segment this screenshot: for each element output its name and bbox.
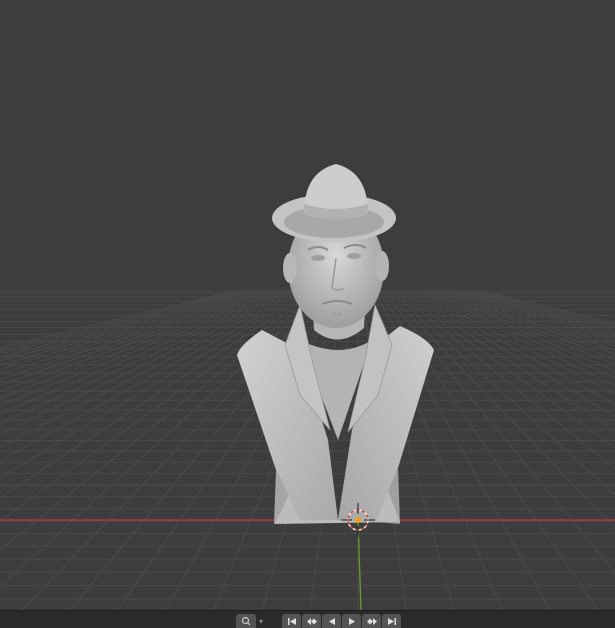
grid-line bbox=[469, 289, 615, 329]
play-reverse-button[interactable] bbox=[322, 614, 341, 628]
jump-to-keyframe-forward-button[interactable] bbox=[362, 614, 381, 628]
jump-to-end-button[interactable] bbox=[382, 614, 401, 628]
jump-to-keyframe-back-button[interactable] bbox=[302, 614, 321, 628]
grid-line bbox=[477, 289, 615, 324]
grid-line bbox=[417, 289, 615, 387]
timeline-header: ▾ bbox=[0, 610, 615, 628]
grid-line bbox=[0, 289, 283, 399]
grid-line bbox=[421, 289, 615, 379]
3d-viewport[interactable] bbox=[0, 0, 615, 610]
timeline-search-button[interactable] bbox=[236, 614, 256, 628]
search-icon bbox=[241, 616, 251, 626]
grid-line bbox=[0, 289, 243, 352]
play-button[interactable] bbox=[342, 614, 361, 628]
jump-to-start-icon bbox=[287, 617, 296, 625]
grid-line bbox=[429, 289, 615, 366]
jump-to-keyframe-forward-icon bbox=[366, 617, 377, 625]
jump-to-end-icon bbox=[387, 617, 396, 625]
play-reverse-icon bbox=[328, 617, 335, 625]
grid-line bbox=[445, 289, 615, 347]
grid-line bbox=[433, 289, 615, 360]
viewport-canvas bbox=[0, 164, 615, 610]
grid-line bbox=[401, 289, 615, 432]
play-icon bbox=[348, 617, 355, 625]
grid-line bbox=[405, 289, 615, 418]
grid-line bbox=[425, 289, 615, 372]
jump-to-start-button[interactable] bbox=[282, 614, 301, 628]
grid-line bbox=[0, 289, 287, 407]
chevron-down-icon[interactable]: ▾ bbox=[259, 617, 263, 626]
jump-to-keyframe-back-icon bbox=[306, 617, 317, 625]
playback-controls bbox=[282, 614, 401, 628]
